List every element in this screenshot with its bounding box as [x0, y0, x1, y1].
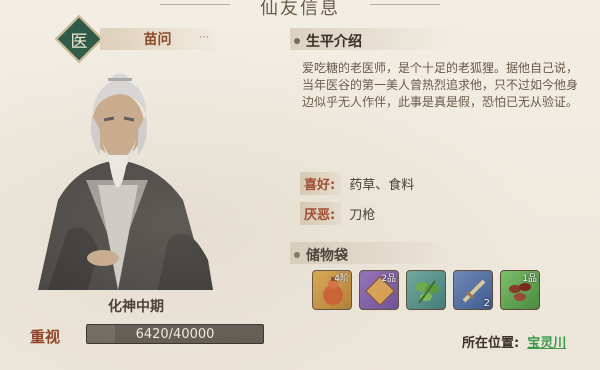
character-name: 苗问 [143, 32, 172, 48]
likes-row: 喜好: 药草、食料 [300, 172, 414, 195]
likes-value: 药草、食料 [349, 178, 415, 193]
bag-item[interactable]: 2 [453, 270, 493, 310]
npc-info-panel: 仙友信息 医 苗问 ⋯ 化神中期 重视 6420/40000 生平介绍 爱吃糖的… [0, 0, 600, 370]
bag-item[interactable] [406, 270, 446, 310]
bag-item[interactable]: 2品 [359, 270, 399, 310]
profession-emblem: 医 [70, 31, 88, 52]
location-link[interactable]: 宝灵川 [527, 332, 566, 351]
item-grade: 2品 [381, 274, 396, 284]
location-label: 所在位置: [462, 336, 520, 351]
bullet-icon [294, 38, 300, 44]
favor-fill [87, 325, 116, 343]
bag-header-label: 储物袋 [306, 248, 348, 264]
dislikes-row: 厌恶: 刀枪 [300, 202, 375, 225]
bag-header: 储物袋 [294, 245, 348, 265]
more-icon[interactable]: ⋯ [199, 32, 209, 43]
favor-progress-bar: 6420/40000 [86, 324, 264, 344]
banner-line-left [160, 4, 230, 5]
location-row: 所在位置: 宝灵川 [462, 332, 566, 351]
title-banner: 仙友信息 [160, 0, 440, 19]
character-portrait [38, 74, 213, 290]
bag-item[interactable]: 4阶 [312, 270, 352, 310]
name-bar[interactable]: 苗问 ⋯ [100, 28, 215, 50]
dislikes-value: 刀枪 [349, 208, 376, 223]
window-title: 仙友信息 [260, 0, 340, 19]
herb-icon [415, 280, 439, 304]
item-grade: 1品 [522, 274, 537, 284]
item-grade: 4阶 [334, 274, 349, 284]
bag-items: 4阶 2品 2 1品 [312, 270, 540, 310]
bio-text: 爱吃糖的老医师，是个十足的老狐狸。据他自己说，当年医谷的第一美人曾热烈追求他，只… [302, 61, 579, 109]
bio-header: 生平介绍 [294, 31, 362, 51]
dislikes-label: 厌恶: [300, 202, 342, 225]
item-count: 2 [483, 298, 490, 309]
likes-label: 喜好: [300, 172, 342, 195]
favor-label: 重视 [30, 328, 61, 346]
bag-item[interactable]: 1品 [500, 270, 540, 310]
banner-line-right [370, 4, 440, 5]
bio-header-label: 生平介绍 [306, 34, 362, 50]
favor-value: 6420/40000 [135, 326, 215, 342]
cultivation-realm: 化神中期 [108, 299, 164, 315]
bullet-icon [294, 252, 300, 258]
